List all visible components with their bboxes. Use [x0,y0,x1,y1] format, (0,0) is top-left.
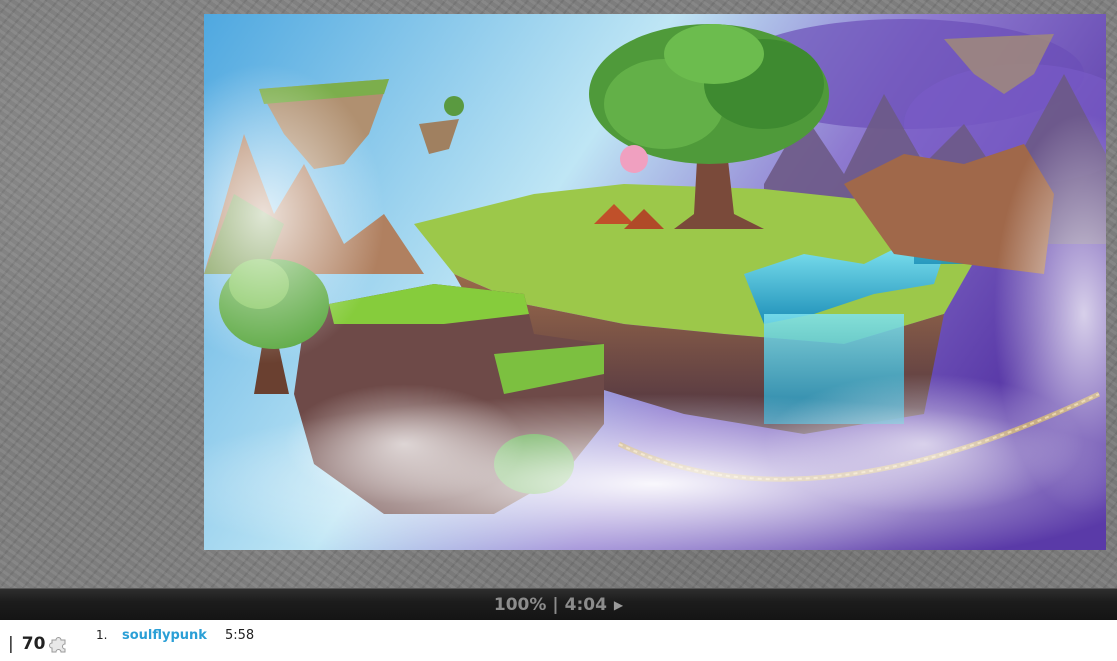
piece-count: | 70 [8,633,70,655]
status-bar: 100% | 4:04 ▶ [0,588,1117,621]
piece-count-value: 70 [21,634,46,654]
footer: | 70 1. soulflypunk 5:58 [0,620,1117,661]
fantasy-landscape-illustration [204,14,1106,550]
puzzle-piece-icon [48,633,70,655]
puzzle-playfield[interactable] [0,0,1117,588]
puzzle-image[interactable] [204,14,1106,550]
play-icon[interactable]: ▶ [614,598,623,612]
footer-separator: | [8,634,14,654]
leaderboard-user-link[interactable]: soulflypunk [122,628,225,643]
leaderboard-time: 5:58 [225,628,255,643]
elapsed-timer: 4:04 [564,595,607,615]
leaderboard: 1. soulflypunk 5:58 [96,628,254,643]
leaderboard-rank: 1. [96,628,108,642]
status-separator: | [552,595,559,615]
progress-percent: 100% [493,595,547,615]
